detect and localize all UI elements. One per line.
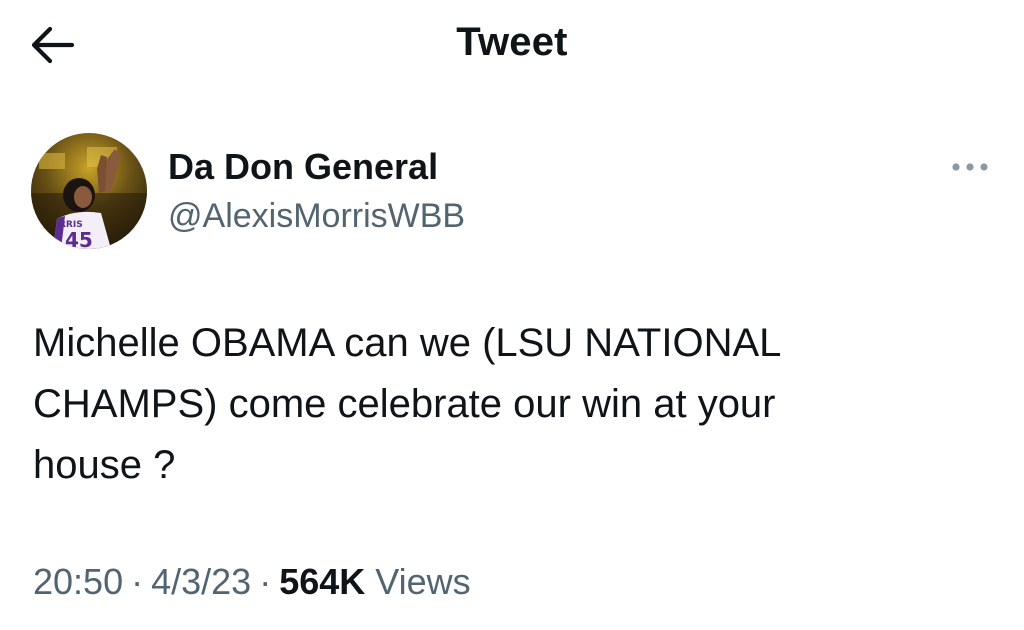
tweet-text-line: CHAMPS) come celebrate our win at your (33, 382, 776, 426)
more-horizontal-icon (952, 163, 988, 171)
tweet-text: Michelle OBAMA can we (LSU NATIONAL CHAM… (33, 313, 933, 496)
tweet-date[interactable]: 4/3/23 (151, 561, 251, 602)
tweet-text-line: house ? (33, 443, 176, 487)
avatar-jersey-number: 45 (65, 228, 93, 249)
top-bar: Tweet (0, 0, 1024, 90)
more-options-button[interactable] (944, 152, 996, 182)
user-handle[interactable]: @AlexisMorrisWBB (168, 195, 465, 237)
page-title: Tweet (456, 20, 568, 64)
avatar[interactable]: RRIS 45 (31, 133, 147, 249)
display-name[interactable]: Da Don General (168, 146, 465, 188)
views-count: 564K (279, 561, 366, 602)
avatar-photo: RRIS 45 (31, 133, 147, 249)
tweet-text-line: Michelle OBAMA can we (LSU NATIONAL (33, 321, 782, 365)
tweet-meta: 20:50 · 4/3/23 · 564K Views (33, 560, 471, 604)
tweet-time[interactable]: 20:50 (33, 561, 123, 602)
meta-separator: · (259, 561, 272, 602)
meta-separator: · (131, 561, 144, 602)
views-label: Views (375, 561, 471, 602)
tweet-author[interactable]: Da Don General @AlexisMorrisWBB (168, 146, 465, 237)
